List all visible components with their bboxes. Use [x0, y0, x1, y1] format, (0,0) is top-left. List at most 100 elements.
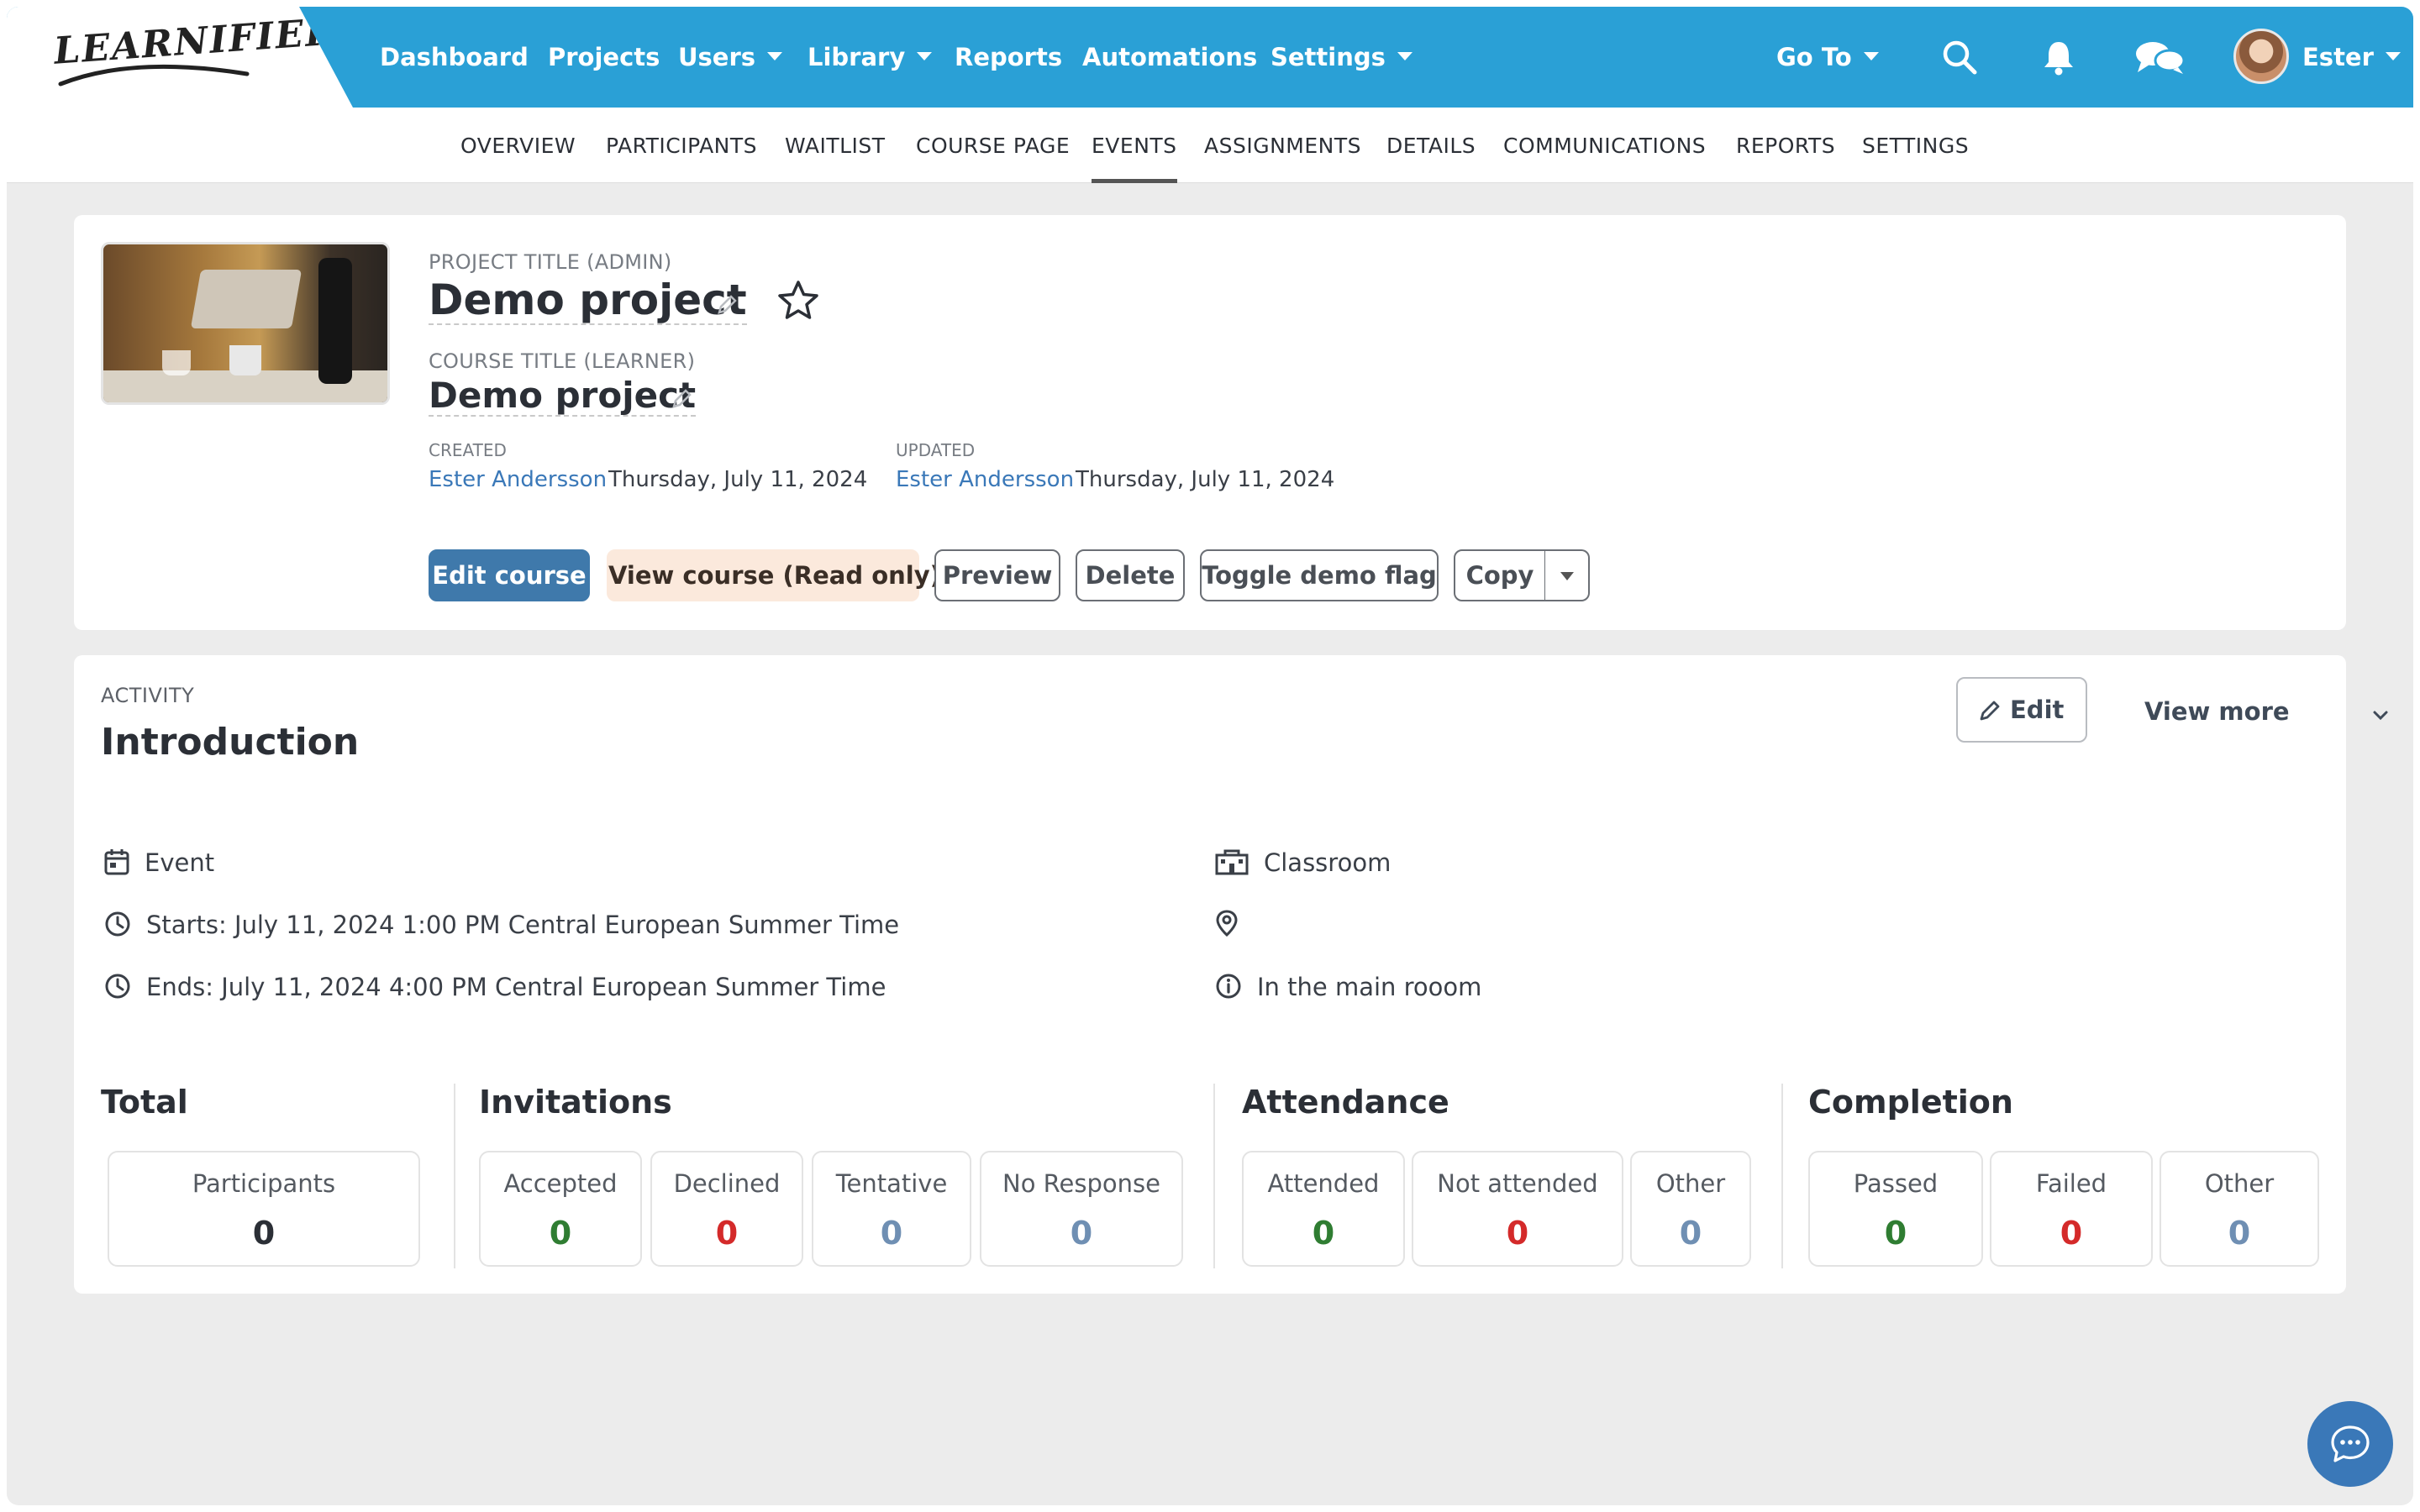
stat-passed[interactable]: Passed 0 [1808, 1151, 1983, 1267]
chevron-down-icon [917, 52, 933, 60]
invitations-section-title: Invitations [479, 1084, 672, 1121]
pencil-icon[interactable] [671, 388, 692, 410]
nav-library[interactable]: Library [808, 7, 933, 108]
edit-activity-button[interactable]: Edit [1956, 677, 2087, 743]
tab-course-page[interactable]: COURSE PAGE [916, 108, 1070, 183]
nav-library-label: Library [808, 43, 906, 71]
activity-end-time: Ends: July 11, 2024 4:00 PM Central Euro… [146, 973, 886, 1001]
app-frame: LEARNIFIER Dashboard Projects Users Libr… [7, 7, 2413, 1505]
stat-attended[interactable]: Attended 0 [1242, 1151, 1405, 1267]
nav-reports[interactable]: Reports [955, 7, 1062, 108]
user-name: Ester [2302, 43, 2374, 71]
updated-by-link[interactable]: Ester Andersson [896, 467, 1074, 492]
tab-details[interactable]: DETAILS [1386, 108, 1476, 183]
tab-communications[interactable]: COMMUNICATIONS [1503, 108, 1706, 183]
tab-overview[interactable]: OVERVIEW [460, 108, 576, 183]
activity-note: In the main rooom [1257, 973, 1482, 1001]
stat-value: 0 [880, 1215, 903, 1252]
stat-label: Passed [1853, 1169, 1939, 1198]
stat-label: Declined [673, 1169, 781, 1198]
stat-attendance-other[interactable]: Other 0 [1630, 1151, 1751, 1267]
nav-reports-label: Reports [955, 43, 1063, 71]
view-more-button[interactable]: View more [2144, 697, 2388, 726]
thumbnail-laptop [190, 270, 302, 328]
stat-no-response[interactable]: No Response 0 [980, 1151, 1183, 1267]
chevron-down-icon [767, 52, 783, 60]
total-section-title: Total [101, 1084, 188, 1121]
course-thumbnail[interactable] [101, 242, 390, 405]
copy-dropdown-toggle[interactable] [1544, 549, 1590, 601]
nav-dashboard-label: Dashboard [380, 43, 529, 71]
edit-course-button[interactable]: Edit course [429, 549, 590, 601]
nav-dashboard[interactable]: Dashboard [380, 7, 529, 108]
project-title[interactable]: Demo project [429, 277, 747, 325]
thumbnail-bottle [318, 258, 352, 384]
pencil-icon[interactable] [716, 294, 738, 316]
stat-declined[interactable]: Declined 0 [650, 1151, 803, 1267]
delete-button[interactable]: Delete [1076, 549, 1185, 601]
logo-swoosh-icon [58, 64, 250, 87]
tab-waitlist[interactable]: WAITLIST [785, 108, 886, 183]
course-title[interactable]: Demo project [429, 375, 697, 417]
user-menu[interactable]: Ester [2302, 7, 2401, 108]
activity-label: ACTIVITY [101, 684, 195, 707]
chat-bubble-icon [2331, 1425, 2370, 1462]
nav-automations[interactable]: Automations [1082, 7, 1257, 108]
nav-projects[interactable]: Projects [548, 7, 660, 108]
chevron-down-icon [2373, 711, 2388, 721]
stat-label: Failed [2035, 1169, 2107, 1198]
stat-label: Not attended [1437, 1169, 1598, 1198]
stat-failed[interactable]: Failed 0 [1990, 1151, 2153, 1267]
copy-button[interactable]: Copy [1454, 549, 1546, 601]
nav-goto-label: Go To [1776, 43, 1852, 71]
section-divider [1781, 1084, 1783, 1268]
edit-activity-label: Edit [2010, 696, 2065, 724]
tab-participants[interactable]: PARTICIPANTS [606, 108, 757, 183]
tab-assignments[interactable]: ASSIGNMENTS [1204, 108, 1361, 183]
thumbnail-cup [229, 345, 261, 375]
stat-label: Participants [192, 1169, 336, 1198]
activity-title: Introduction [101, 721, 360, 764]
chevron-down-icon [1863, 52, 1879, 60]
stat-accepted[interactable]: Accepted 0 [479, 1151, 642, 1267]
stat-label: Attended [1267, 1169, 1380, 1198]
stat-value: 0 [1312, 1215, 1335, 1252]
search-icon[interactable] [1941, 39, 1978, 76]
bell-icon[interactable] [2040, 39, 2077, 76]
created-date: Thursday, July 11, 2024 [608, 467, 868, 492]
location-type: Classroom [1264, 848, 1392, 877]
nav-users-label: Users [678, 43, 756, 71]
tab-settings[interactable]: SETTINGS [1862, 108, 1969, 183]
user-avatar[interactable] [2233, 29, 2289, 84]
tab-events[interactable]: EVENTS [1092, 108, 1177, 183]
map-pin-icon [1216, 910, 1238, 937]
nav-users[interactable]: Users [678, 7, 783, 108]
support-chat-button[interactable] [2307, 1401, 2393, 1487]
stat-not-attended[interactable]: Not attended 0 [1412, 1151, 1623, 1267]
nav-settings[interactable]: Settings [1270, 7, 1413, 108]
preview-button[interactable]: Preview [934, 549, 1060, 601]
project-title-label: PROJECT TITLE (ADMIN) [429, 250, 672, 274]
stat-completion-other[interactable]: Other 0 [2160, 1151, 2319, 1267]
nav-goto[interactable]: Go To [1776, 7, 1879, 108]
attendance-section-title: Attendance [1242, 1084, 1449, 1121]
stat-value: 0 [2060, 1215, 2083, 1252]
created-by-link[interactable]: Ester Andersson [429, 467, 607, 492]
stat-tentative[interactable]: Tentative 0 [812, 1151, 971, 1267]
tab-reports[interactable]: REPORTS [1736, 108, 1835, 183]
view-course-button[interactable]: View course (Read only) [607, 549, 941, 601]
activity-type: Event [145, 848, 215, 877]
course-title-label: COURSE TITLE (LEARNER) [429, 349, 696, 373]
stat-label: Tentative [835, 1169, 948, 1198]
chat-icon[interactable] [2134, 39, 2186, 76]
stat-value: 0 [2228, 1215, 2251, 1252]
stat-value: 0 [715, 1215, 739, 1252]
star-icon[interactable] [776, 279, 820, 323]
stat-value: 0 [1506, 1215, 1529, 1252]
updated-label: UPDATED [896, 440, 976, 460]
stat-label: Accepted [503, 1169, 618, 1198]
nav-automations-label: Automations [1082, 43, 1258, 71]
project-subnav: OVERVIEW PARTICIPANTS WAITLIST COURSE PA… [7, 108, 2413, 183]
toggle-demo-flag-button[interactable]: Toggle demo flag [1200, 549, 1439, 601]
completion-section-title: Completion [1808, 1084, 2013, 1121]
